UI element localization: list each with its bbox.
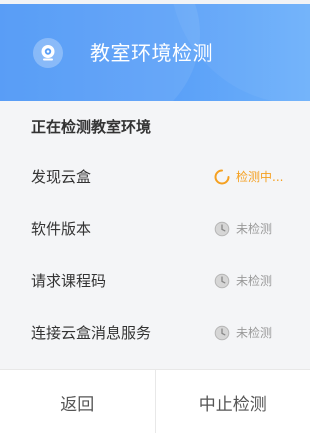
status-text: 未检测: [236, 222, 273, 236]
back-button[interactable]: 返回: [0, 370, 155, 433]
check-row-software-version: 软件版本 未检测: [0, 214, 310, 244]
check-row-request-course-code: 请求课程码 未检测: [0, 266, 310, 296]
check-status: 未检测: [214, 323, 272, 343]
check-row-connect-message-service: 连接云盒消息服务 未检测: [0, 318, 310, 348]
stop-check-button[interactable]: 中止检测: [156, 370, 311, 433]
pending-clock-icon: [214, 221, 230, 237]
status-text: 检测中...: [236, 170, 284, 184]
check-label: 发现云盒: [31, 168, 92, 186]
status-text: 未检测: [236, 274, 273, 288]
check-label: 请求课程码: [31, 272, 107, 290]
check-status: 未检测: [214, 271, 272, 291]
projector-icon: [33, 38, 63, 68]
check-label: 软件版本: [31, 220, 92, 238]
check-status: 检测中...: [214, 167, 283, 187]
classroom-check-dialog: 教室环境检测 正在检测教室环境 发现云盒 检测中... 软件版本 未检测 请求课…: [0, 0, 310, 433]
loading-spinner-icon: [214, 169, 230, 185]
dialog-footer: 返回 中止检测: [0, 369, 310, 433]
dialog-header: 教室环境检测: [0, 4, 310, 101]
dialog-title: 教室环境检测: [90, 41, 213, 65]
pending-clock-icon: [214, 325, 230, 341]
check-row-discover-box: 发现云盒 检测中...: [0, 162, 310, 192]
status-text: 未检测: [236, 326, 273, 340]
check-status: 未检测: [214, 219, 272, 239]
section-title: 正在检测教室环境: [31, 118, 152, 136]
pending-clock-icon: [214, 273, 230, 289]
check-label: 连接云盒消息服务: [31, 324, 152, 342]
